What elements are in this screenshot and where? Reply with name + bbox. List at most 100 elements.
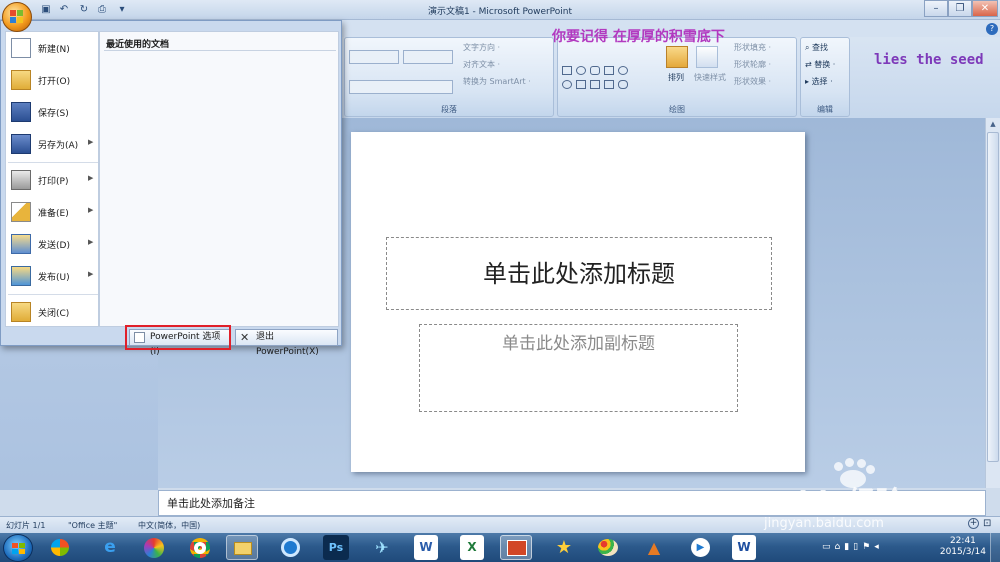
close-button[interactable]: ✕: [972, 0, 998, 17]
chrome-icon[interactable]: [184, 535, 216, 560]
matlab-icon[interactable]: ▲: [638, 535, 670, 560]
shape-square-icon[interactable]: [576, 80, 586, 89]
shape-rounded-icon[interactable]: [590, 66, 600, 75]
menu-item-prepare[interactable]: 准备(E) ▶: [6, 196, 98, 228]
minimize-button[interactable]: –: [924, 0, 948, 17]
shape-circle-icon[interactable]: [618, 66, 628, 75]
subtitle-placeholder[interactable]: 单击此处添加副标题: [419, 324, 738, 412]
overlay-english-text: lies the seed: [874, 52, 984, 68]
menu-item-label: 另存为(A): [38, 141, 79, 151]
office-menu-commands: 新建(N) 打开(O) 保存(S) 另存为(A) ▶ 打印(P) ▶ 准备(E)…: [5, 31, 99, 327]
fit-window-icon[interactable]: ⊡: [983, 518, 995, 530]
internet-explorer-icon[interactable]: e: [94, 535, 126, 560]
paragraph-group-label: 段落: [441, 105, 457, 114]
redo-icon[interactable]: ↻: [76, 2, 92, 17]
replace-icon: ⇄: [805, 60, 812, 69]
text-direction-button[interactable]: 文字方向 ·: [463, 42, 500, 53]
customize-toolbar-icon[interactable]: ▾: [114, 2, 130, 17]
file-explorer-icon[interactable]: [226, 535, 258, 560]
select-button[interactable]: ▸ 选择 ·: [805, 76, 833, 87]
menu-item-label: 新建(N): [38, 45, 70, 55]
zoom-in-icon[interactable]: +: [968, 518, 979, 529]
quick-styles-icon[interactable]: [696, 46, 718, 68]
print-preview-icon[interactable]: ⎙: [94, 2, 110, 17]
highlight-box: [125, 325, 231, 350]
menu-item-save-as[interactable]: 另存为(A) ▶: [6, 128, 98, 160]
new-document-icon: [11, 38, 31, 58]
star-app-icon[interactable]: ★: [548, 535, 580, 560]
shape-arrow-icon[interactable]: [590, 80, 600, 89]
menu-item-send[interactable]: 发送(D) ▶: [6, 228, 98, 260]
shape-brace-icon[interactable]: [604, 80, 614, 89]
language-indicator[interactable]: 中文(简体，中国): [138, 520, 200, 531]
bird-app-icon[interactable]: ✈: [366, 535, 398, 560]
arrange-button[interactable]: 排列: [668, 72, 684, 83]
shape-line-icon[interactable]: [604, 66, 614, 75]
wps-writer-icon[interactable]: W: [732, 535, 756, 560]
photo-viewer-icon[interactable]: [138, 535, 170, 560]
help-icon[interactable]: ?: [986, 23, 998, 35]
shape-round-icon[interactable]: [562, 80, 572, 89]
start-button[interactable]: [3, 534, 33, 562]
exit-powerpoint-button[interactable]: ✕ 退出 PowerPoint(X): [235, 329, 338, 357]
submenu-arrow-icon: ▶: [88, 174, 94, 182]
recent-documents-divider: [104, 50, 336, 51]
replace-button[interactable]: ⇄ 替换 ·: [805, 59, 835, 70]
system-tray-icons[interactable]: ▭⌂▮▯⚑◂: [822, 542, 912, 554]
menu-item-label: 打开(O): [38, 77, 71, 87]
paint-icon[interactable]: [592, 535, 624, 560]
find-button[interactable]: ⌕ 查找: [805, 42, 828, 53]
scroll-up-icon[interactable]: ▲: [988, 120, 998, 130]
restore-button[interactable]: ❐: [948, 0, 972, 17]
title-placeholder[interactable]: 单击此处添加标题: [386, 237, 772, 310]
shape-outline-button[interactable]: 形状轮廓 ·: [734, 59, 771, 70]
submenu-arrow-icon: ▶: [88, 138, 94, 146]
office-button[interactable]: [2, 2, 32, 32]
menu-item-new[interactable]: 新建(N): [6, 32, 98, 64]
shape-oval-icon[interactable]: [576, 66, 586, 75]
excel-icon[interactable]: X: [460, 535, 484, 560]
paragraph-buttons[interactable]: [349, 50, 459, 96]
recent-documents-title: 最近使用的文档: [106, 40, 170, 50]
window-title: 演示文稿1 - Microsoft PowerPoint: [427, 7, 573, 17]
submenu-arrow-icon: ▶: [88, 270, 94, 278]
vertical-scrollbar[interactable]: ▲: [985, 118, 1000, 488]
convert-smartart-button[interactable]: 转换为 SmartArt ·: [463, 76, 531, 87]
undo-icon[interactable]: ↶: [56, 2, 72, 17]
show-desktop-button[interactable]: [990, 533, 1000, 562]
recent-documents-pane: 最近使用的文档: [99, 31, 339, 327]
menu-item-close[interactable]: 关闭(C): [6, 296, 98, 328]
shape-fill-button[interactable]: 形状填充 ·: [734, 42, 771, 53]
align-buttons[interactable]: [349, 80, 453, 94]
save-icon[interactable]: ▣: [38, 2, 54, 17]
menu-item-label: 发送(D): [38, 241, 70, 251]
shape-effects-button[interactable]: 形状效果 ·: [734, 76, 771, 87]
windows-flag-taskbar-icon[interactable]: [44, 535, 76, 560]
menu-item-open[interactable]: 打开(O): [6, 64, 98, 96]
word-icon[interactable]: W: [414, 535, 438, 560]
clock-time: 22:41: [949, 536, 976, 546]
powerpoint-taskbar-icon[interactable]: [500, 535, 532, 560]
send-icon: [11, 234, 31, 254]
save-as-icon: [11, 134, 31, 154]
slide-count: 幻灯片 1/1: [6, 521, 46, 530]
menu-item-print[interactable]: 打印(P) ▶: [6, 164, 98, 196]
video-player-icon[interactable]: ▶: [684, 535, 716, 560]
indent-buttons[interactable]: [403, 50, 453, 64]
shape-star-icon[interactable]: [618, 80, 628, 89]
quick-styles-button[interactable]: 快速样式: [694, 72, 726, 83]
menu-item-label: 准备(E): [38, 209, 69, 219]
music-player-icon[interactable]: [274, 535, 306, 560]
menu-separator: [8, 162, 98, 163]
bullets-button[interactable]: [349, 50, 399, 64]
clock[interactable]: 22:41 2015/3/14: [940, 536, 986, 558]
align-text-button[interactable]: 对齐文本 ·: [463, 59, 500, 70]
slide-canvas[interactable]: 单击此处添加标题 单击此处添加副标题: [351, 132, 805, 472]
photoshop-icon[interactable]: Ps: [323, 535, 349, 560]
arrange-icon[interactable]: [666, 46, 688, 68]
close-folder-icon: [11, 302, 31, 322]
menu-item-publish[interactable]: 发布(U) ▶: [6, 260, 98, 292]
scroll-thumb[interactable]: [987, 132, 999, 462]
menu-item-save[interactable]: 保存(S): [6, 96, 98, 128]
shape-rect-icon[interactable]: [562, 66, 572, 75]
